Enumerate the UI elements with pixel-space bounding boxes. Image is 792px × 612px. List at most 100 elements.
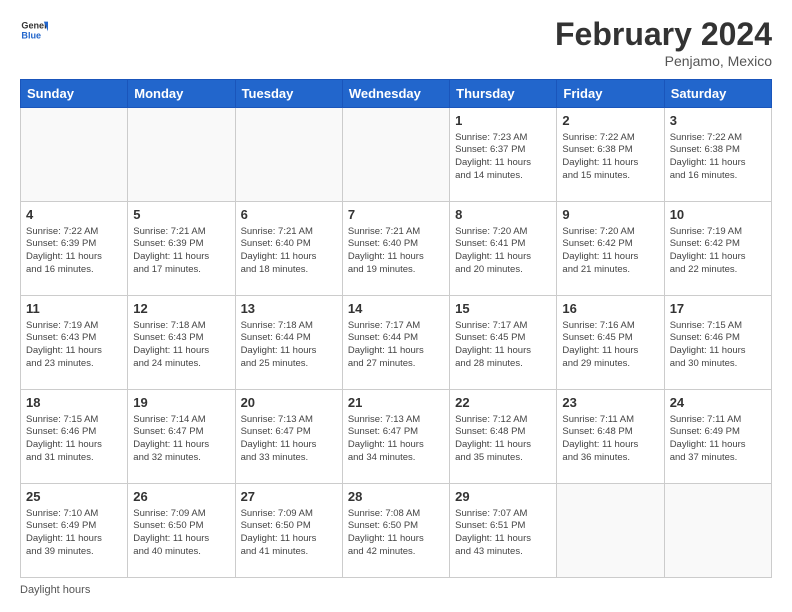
day-number: 5 — [133, 206, 229, 224]
page: General Blue February 2024 Penjamo, Mexi… — [0, 0, 792, 612]
day-number: 3 — [670, 112, 766, 130]
day-info: Sunrise: 7:18 AMSunset: 6:43 PMDaylight:… — [133, 320, 229, 371]
day-number: 27 — [241, 488, 337, 506]
day-info: Sunrise: 7:11 AMSunset: 6:49 PMDaylight:… — [670, 414, 766, 465]
calendar-cell: 27Sunrise: 7:09 AMSunset: 6:50 PMDayligh… — [235, 484, 342, 578]
day-number: 22 — [455, 394, 551, 412]
day-info: Sunrise: 7:17 AMSunset: 6:44 PMDaylight:… — [348, 320, 444, 371]
day-info: Sunrise: 7:19 AMSunset: 6:42 PMDaylight:… — [670, 226, 766, 277]
calendar-week-1: 1 Sunrise: 7:23 AMSunset: 6:37 PMDaylight… — [21, 108, 772, 202]
calendar-cell: 8 Sunrise: 7:20 AMSunset: 6:41 PMDaylight… — [450, 202, 557, 296]
calendar-cell — [664, 484, 771, 578]
day-number: 12 — [133, 300, 229, 318]
day-info: Sunrise: 7:07 AMSunset: 6:51 PMDaylight:… — [455, 508, 551, 559]
day-number: 19 — [133, 394, 229, 412]
day-number: 10 — [670, 206, 766, 224]
calendar-header-sunday: Sunday — [21, 80, 128, 108]
calendar-cell: 5Sunrise: 7:21 AMSunset: 6:39 PMDaylight… — [128, 202, 235, 296]
day-info: Sunrise: 7:20 AMSunset: 6:42 PMDaylight:… — [562, 226, 658, 277]
calendar-cell: 22 Sunrise: 7:12 AMSunset: 6:48 PMDayligh… — [450, 390, 557, 484]
calendar-cell: 2 Sunrise: 7:22 AMSunset: 6:38 PMDaylight… — [557, 108, 664, 202]
day-info: Sunrise: 7:13 AMSunset: 6:47 PMDaylight:… — [348, 414, 444, 465]
day-info: Sunrise: 7:10 AMSunset: 6:49 PMDaylight:… — [26, 508, 122, 559]
subtitle: Penjamo, Mexico — [555, 53, 772, 69]
day-info: Sunrise: 7:21 AMSunset: 6:40 PMDaylight:… — [348, 226, 444, 277]
calendar-cell: 20 Sunrise: 7:13 AMSunset: 6:47 PMDayligh… — [235, 390, 342, 484]
calendar-cell: 10 Sunrise: 7:19 AMSunset: 6:42 PMDayligh… — [664, 202, 771, 296]
calendar-cell — [235, 108, 342, 202]
day-number: 16 — [562, 300, 658, 318]
day-info: Sunrise: 7:21 AMSunset: 6:40 PMDaylight:… — [241, 226, 337, 277]
day-number: 7 — [348, 206, 444, 224]
day-number: 4 — [26, 206, 122, 224]
day-number: 26 — [133, 488, 229, 506]
calendar-cell — [128, 108, 235, 202]
calendar-cell — [21, 108, 128, 202]
calendar-week-3: 11Sunrise: 7:19 AMSunset: 6:43 PMDayligh… — [21, 296, 772, 390]
day-number: 8 — [455, 206, 551, 224]
calendar-cell: 4 Sunrise: 7:22 AMSunset: 6:39 PMDaylight… — [21, 202, 128, 296]
calendar-header-row: SundayMondayTuesdayWednesdayThursdayFrid… — [21, 80, 772, 108]
calendar-header-friday: Friday — [557, 80, 664, 108]
calendar-cell: 7 Sunrise: 7:21 AMSunset: 6:40 PMDaylight… — [342, 202, 449, 296]
day-number: 20 — [241, 394, 337, 412]
calendar-cell — [342, 108, 449, 202]
calendar-cell: 19 Sunrise: 7:14 AMSunset: 6:47 PMDayligh… — [128, 390, 235, 484]
day-info: Sunrise: 7:20 AMSunset: 6:41 PMDaylight:… — [455, 226, 551, 277]
calendar-header-wednesday: Wednesday — [342, 80, 449, 108]
day-number: 23 — [562, 394, 658, 412]
day-number: 9 — [562, 206, 658, 224]
calendar-cell: 9 Sunrise: 7:20 AMSunset: 6:42 PMDaylight… — [557, 202, 664, 296]
day-info: Sunrise: 7:19 AMSunset: 6:43 PMDaylight:… — [26, 320, 122, 371]
daylight-hours-label: Daylight hours — [20, 584, 90, 596]
calendar-cell: 29Sunrise: 7:07 AMSunset: 6:51 PMDayligh… — [450, 484, 557, 578]
day-info: Sunrise: 7:13 AMSunset: 6:47 PMDaylight:… — [241, 414, 337, 465]
calendar-week-4: 18Sunrise: 7:15 AMSunset: 6:46 PMDayligh… — [21, 390, 772, 484]
day-info: Sunrise: 7:23 AMSunset: 6:37 PMDaylight:… — [455, 132, 551, 183]
calendar-header-tuesday: Tuesday — [235, 80, 342, 108]
day-number: 28 — [348, 488, 444, 506]
day-info: Sunrise: 7:18 AMSunset: 6:44 PMDaylight:… — [241, 320, 337, 371]
day-info: Sunrise: 7:08 AMSunset: 6:50 PMDaylight:… — [348, 508, 444, 559]
day-info: Sunrise: 7:22 AMSunset: 6:38 PMDaylight:… — [670, 132, 766, 183]
footer-note: Daylight hours — [20, 584, 772, 596]
calendar-cell: 1 Sunrise: 7:23 AMSunset: 6:37 PMDaylight… — [450, 108, 557, 202]
calendar-cell: 23Sunrise: 7:11 AMSunset: 6:48 PMDayligh… — [557, 390, 664, 484]
calendar-header-monday: Monday — [128, 80, 235, 108]
day-number: 21 — [348, 394, 444, 412]
calendar-cell: 25 Sunrise: 7:10 AMSunset: 6:49 PMDayligh… — [21, 484, 128, 578]
day-number: 14 — [348, 300, 444, 318]
day-info: Sunrise: 7:14 AMSunset: 6:47 PMDaylight:… — [133, 414, 229, 465]
day-number: 18 — [26, 394, 122, 412]
day-number: 17 — [670, 300, 766, 318]
calendar-cell: 21 Sunrise: 7:13 AMSunset: 6:47 PMDayligh… — [342, 390, 449, 484]
day-info: Sunrise: 7:12 AMSunset: 6:48 PMDaylight:… — [455, 414, 551, 465]
day-info: Sunrise: 7:17 AMSunset: 6:45 PMDaylight:… — [455, 320, 551, 371]
calendar-cell: 26 Sunrise: 7:09 AMSunset: 6:50 PMDayligh… — [128, 484, 235, 578]
calendar-header-saturday: Saturday — [664, 80, 771, 108]
day-number: 24 — [670, 394, 766, 412]
day-number: 13 — [241, 300, 337, 318]
calendar-week-2: 4 Sunrise: 7:22 AMSunset: 6:39 PMDaylight… — [21, 202, 772, 296]
calendar-cell: 6Sunrise: 7:21 AMSunset: 6:40 PMDaylight… — [235, 202, 342, 296]
calendar-cell: 14 Sunrise: 7:17 AMSunset: 6:44 PMDayligh… — [342, 296, 449, 390]
day-info: Sunrise: 7:16 AMSunset: 6:45 PMDaylight:… — [562, 320, 658, 371]
calendar-header-thursday: Thursday — [450, 80, 557, 108]
day-info: Sunrise: 7:22 AMSunset: 6:39 PMDaylight:… — [26, 226, 122, 277]
calendar-cell: 17 Sunrise: 7:15 AMSunset: 6:46 PMDayligh… — [664, 296, 771, 390]
day-info: Sunrise: 7:09 AMSunset: 6:50 PMDaylight:… — [133, 508, 229, 559]
day-info: Sunrise: 7:15 AMSunset: 6:46 PMDaylight:… — [670, 320, 766, 371]
header: General Blue February 2024 Penjamo, Mexi… — [20, 16, 772, 69]
day-number: 1 — [455, 112, 551, 130]
logo: General Blue — [20, 16, 48, 44]
day-number: 2 — [562, 112, 658, 130]
main-title: February 2024 — [555, 16, 772, 53]
calendar-cell: 15Sunrise: 7:17 AMSunset: 6:45 PMDayligh… — [450, 296, 557, 390]
day-number: 25 — [26, 488, 122, 506]
calendar-cell: 13 Sunrise: 7:18 AMSunset: 6:44 PMDayligh… — [235, 296, 342, 390]
calendar-cell: 12 Sunrise: 7:18 AMSunset: 6:43 PMDayligh… — [128, 296, 235, 390]
logo-icon: General Blue — [20, 16, 48, 44]
calendar-cell: 18Sunrise: 7:15 AMSunset: 6:46 PMDayligh… — [21, 390, 128, 484]
day-info: Sunrise: 7:22 AMSunset: 6:38 PMDaylight:… — [562, 132, 658, 183]
calendar-cell: 3 Sunrise: 7:22 AMSunset: 6:38 PMDaylight… — [664, 108, 771, 202]
